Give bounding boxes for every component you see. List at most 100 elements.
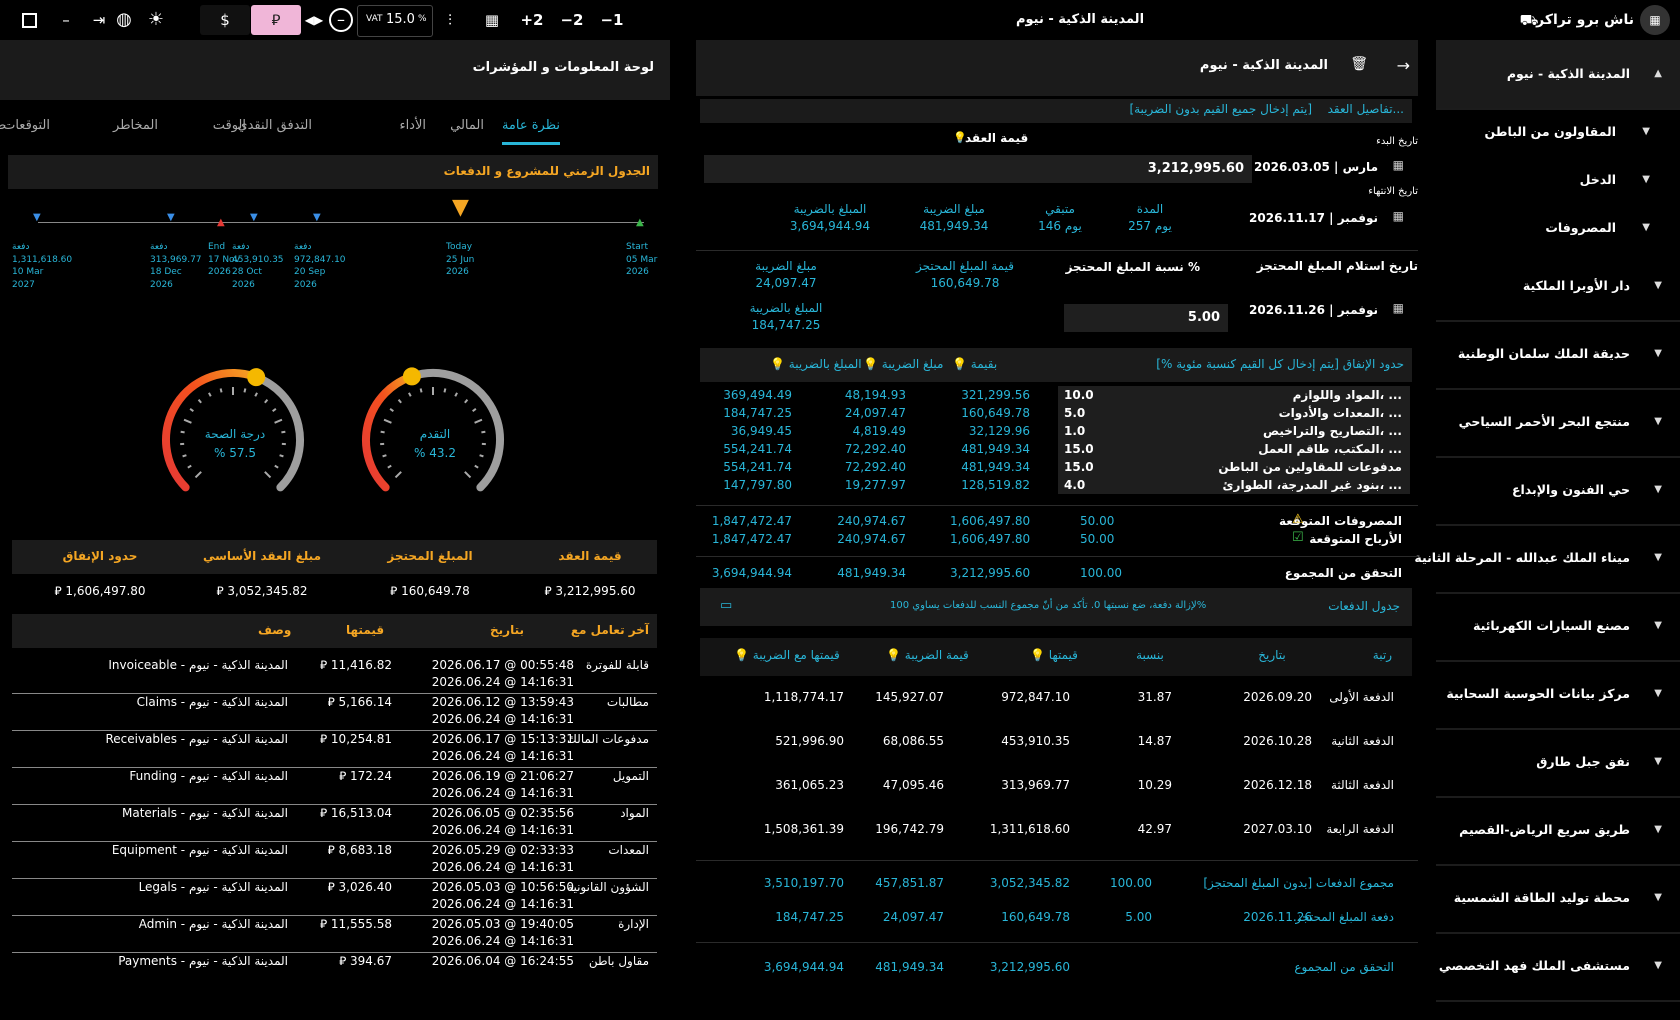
spending-tax: 72,292.40 [844,442,906,456]
sidebar-item[interactable]: الدخل ▼ [1436,156,1680,204]
payment-row[interactable]: الدفعة الثالثة 2026.12.18 10.29 313,969.77 4… [696,770,1418,814]
direction-toggle-icon[interactable]: ◀▶ [304,8,324,32]
summary-header: قيمة العقد [558,549,622,563]
recent-row[interactable]: المواد 2026.06.05 @ 02:35:56 2026.06.24 @ … [12,804,657,842]
spending-row: التصاريح والتراخيص، ... 1.0 32,129.96 4,819… [696,422,1418,440]
tab-0[interactable]: نظرة عامة [501,118,560,145]
recent-row[interactable]: مقاول باطن 2026.06.04 @ 16:24:55 ⃁ 394.67 P… [12,952,657,989]
recent-row[interactable]: مطالبات 2026.06.12 @ 13:59:43 2026.06.24 @… [12,693,657,731]
recent-value: ⃁ 394.67 [339,954,392,968]
contract-value-input[interactable]: 3,212,995.60 [704,155,1252,183]
sidebar-item[interactable]: طريق سريع الرياض-القصيم ▼ [1436,796,1680,866]
sidebar-item[interactable]: محطة توليد الطاقة الشمسية ▼ [1436,864,1680,934]
payments-columns: رتبة بتاريخ بنسبة 💡 قيمتها 💡 قيمة الضريب… [700,638,1412,676]
sidebar-item[interactable]: مركز بيانات الحوسبة السحابية ▼ [1436,660,1680,730]
payment-row[interactable]: الدفعة الرابعة 2027.03.10 42.97 1,311,618.6… [696,814,1418,858]
delete-icon[interactable]: 🗑 [1350,56,1368,72]
calendar-icon: ▦ [1392,301,1404,315]
payment-date[interactable]: 2026.09.20 [1212,690,1312,704]
payment-row[interactable]: الدفعة الثانية 2026.10.28 14.87 453,910.35 6… [696,726,1418,770]
stop-icon[interactable] [18,8,40,32]
minus2-button[interactable]: −2 [560,8,584,32]
sidebar-item[interactable]: مستشفى الملك فهد التخصصي ▼ [1436,932,1680,1002]
progress-value: % 43.2 [414,446,456,460]
spending-pct[interactable]: 15.0 [1064,460,1094,474]
spending-pct[interactable]: 15.0 [1064,442,1094,456]
spending-pct[interactable]: 1.0 [1064,424,1085,438]
plus2-button[interactable]: +2 [520,8,544,32]
sidebar-item[interactable]: المدينة الذكية - نيوم ▲ [1436,40,1680,110]
contract-details-link[interactable]: تفاصيل العقد... [1328,102,1404,116]
currency-sar-button[interactable]: ⃁ [251,5,301,35]
with-tax-value: 3,694,944.94 [789,219,871,233]
vat-input[interactable]: VAT 15.0 % [357,5,433,37]
sidebar-item[interactable]: دار الأوبرا الملكية ▼ [1436,252,1680,322]
add-payment-icon[interactable]: ▭ [720,598,732,613]
spending-total: 369,494.49 [723,388,792,402]
minus1-button[interactable]: −1 [600,8,624,32]
sidebar-item[interactable]: ميناء الملك عبدالله - المرحلة الثانية ▼ [1414,524,1680,594]
forward-arrow-icon[interactable]: → [1397,56,1410,75]
retention-pct-input[interactable]: 5.00 [1064,304,1228,332]
col-total: 💡 قيمتها مع الضريبة [734,648,840,662]
spending-pct[interactable]: 10.0 [1064,388,1094,402]
recent-row[interactable]: مدفوعات المالك 2026.06.17 @ 15:13:31 2026.… [12,730,657,768]
gauge-tick [443,388,447,393]
warning-icon: ⚠ [1292,512,1304,527]
divider [696,505,1418,506]
avatar[interactable]: ▦ [1640,5,1670,35]
sidebar-item[interactable]: المقاولون من الباطن ▼ [1436,108,1680,156]
recent-date: 2026.06.04 @ 16:24:55 [431,954,574,968]
chevron-down-icon: ▼ [1642,174,1650,185]
globe-icon[interactable]: ◍ [113,8,135,32]
payment-date[interactable]: 2026.10.28 [1212,734,1312,748]
recent-row[interactable]: الإدارة 2026.05.03 @ 19:40:05 2026.06.24 @… [12,915,657,953]
tab-2[interactable]: الأداء [399,118,426,142]
contract-value-label-text: قيمة العقد [965,131,1029,145]
align-icon[interactable]: ⫶ [440,8,460,32]
recent-row[interactable]: التمويل 2026.06.19 @ 21:06:27 2026.06.24 @… [12,767,657,805]
recent-desc: Admin - المدينة الذكية - نيوم [138,917,288,931]
tab-5[interactable]: المخاطر [113,118,158,142]
tab-6[interactable]: التوقعات [3,118,50,142]
sidebar-item[interactable]: حي الفنون والإبداع ▼ [1436,456,1680,526]
payment-pct[interactable]: 42.97 [1112,822,1172,836]
brightness-icon[interactable]: ☀ [144,8,168,32]
payment-pct[interactable]: 10.29 [1112,778,1172,792]
spending-value: 128,519.82 [961,478,1030,492]
currency-usd-button[interactable]: $ [200,5,250,35]
gauge-tick [383,418,392,424]
tab-3[interactable]: التدفق النقدي [237,118,312,142]
minus-circle-icon[interactable]: – [328,8,354,32]
summary-header: مبلغ العقد الأساسي [202,549,322,563]
spending-pct[interactable]: 4.0 [1064,478,1085,492]
tab-1[interactable]: المالي [450,118,484,142]
payment-row[interactable]: الدفعة الأولى 2026.09.20 31.87 972,847.10 14… [696,682,1418,726]
sidebar-item[interactable]: منتجع البحر الأحمر السياحي ▼ [1436,388,1680,458]
sidebar-item[interactable]: نفق جبل طارق ▼ [1436,728,1680,798]
payment-date[interactable]: 2026.12.18 [1212,778,1312,792]
sidebar-item[interactable]: مصنع السيارات الكهربائية ▼ [1436,592,1680,662]
timeline-marker: ▼ [313,212,321,223]
dashboard-header: لوحة المعلومات و المؤشرات [0,40,670,100]
sidebar-item[interactable]: حديقة الملك سلمان الوطنية ▼ [1436,320,1680,390]
minimize-icon[interactable]: – [58,8,74,32]
recent-value: ⃁ 10,254.81 [319,732,392,746]
spending-pct[interactable]: 5.0 [1064,406,1085,420]
timeline-text: 2026 [294,279,317,290]
tab-7[interactable]: صحة ال [0,118,6,142]
recent-row[interactable]: المعدات 2026.05.29 @ 02:33:33 2026.06.24 @… [12,841,657,879]
payment-pct[interactable]: 31.87 [1112,690,1172,704]
col-rank: رتبة [1372,648,1392,662]
tab-4[interactable]: الوقت [213,118,246,142]
payment-pct[interactable]: 14.87 [1112,734,1172,748]
sidebar-item[interactable]: المصروفات ▼ [1436,204,1680,252]
recent-row[interactable]: الشؤون القانونية 2026.05.03 @ 10:56:50 202… [12,878,657,916]
logout-icon[interactable]: ⇥ [88,8,110,32]
recent-row[interactable]: قابلة للفوترة 2026.06.17 @ 00:55:48 2026.0… [12,656,657,694]
gauge-tick [180,430,185,434]
divider [696,250,1418,251]
recent-date-updated: 2026.06.24 @ 14:16:31 [431,860,574,874]
dashboard-icon[interactable]: ▦ [480,8,504,32]
payment-date[interactable]: 2027.03.10 [1212,822,1312,836]
